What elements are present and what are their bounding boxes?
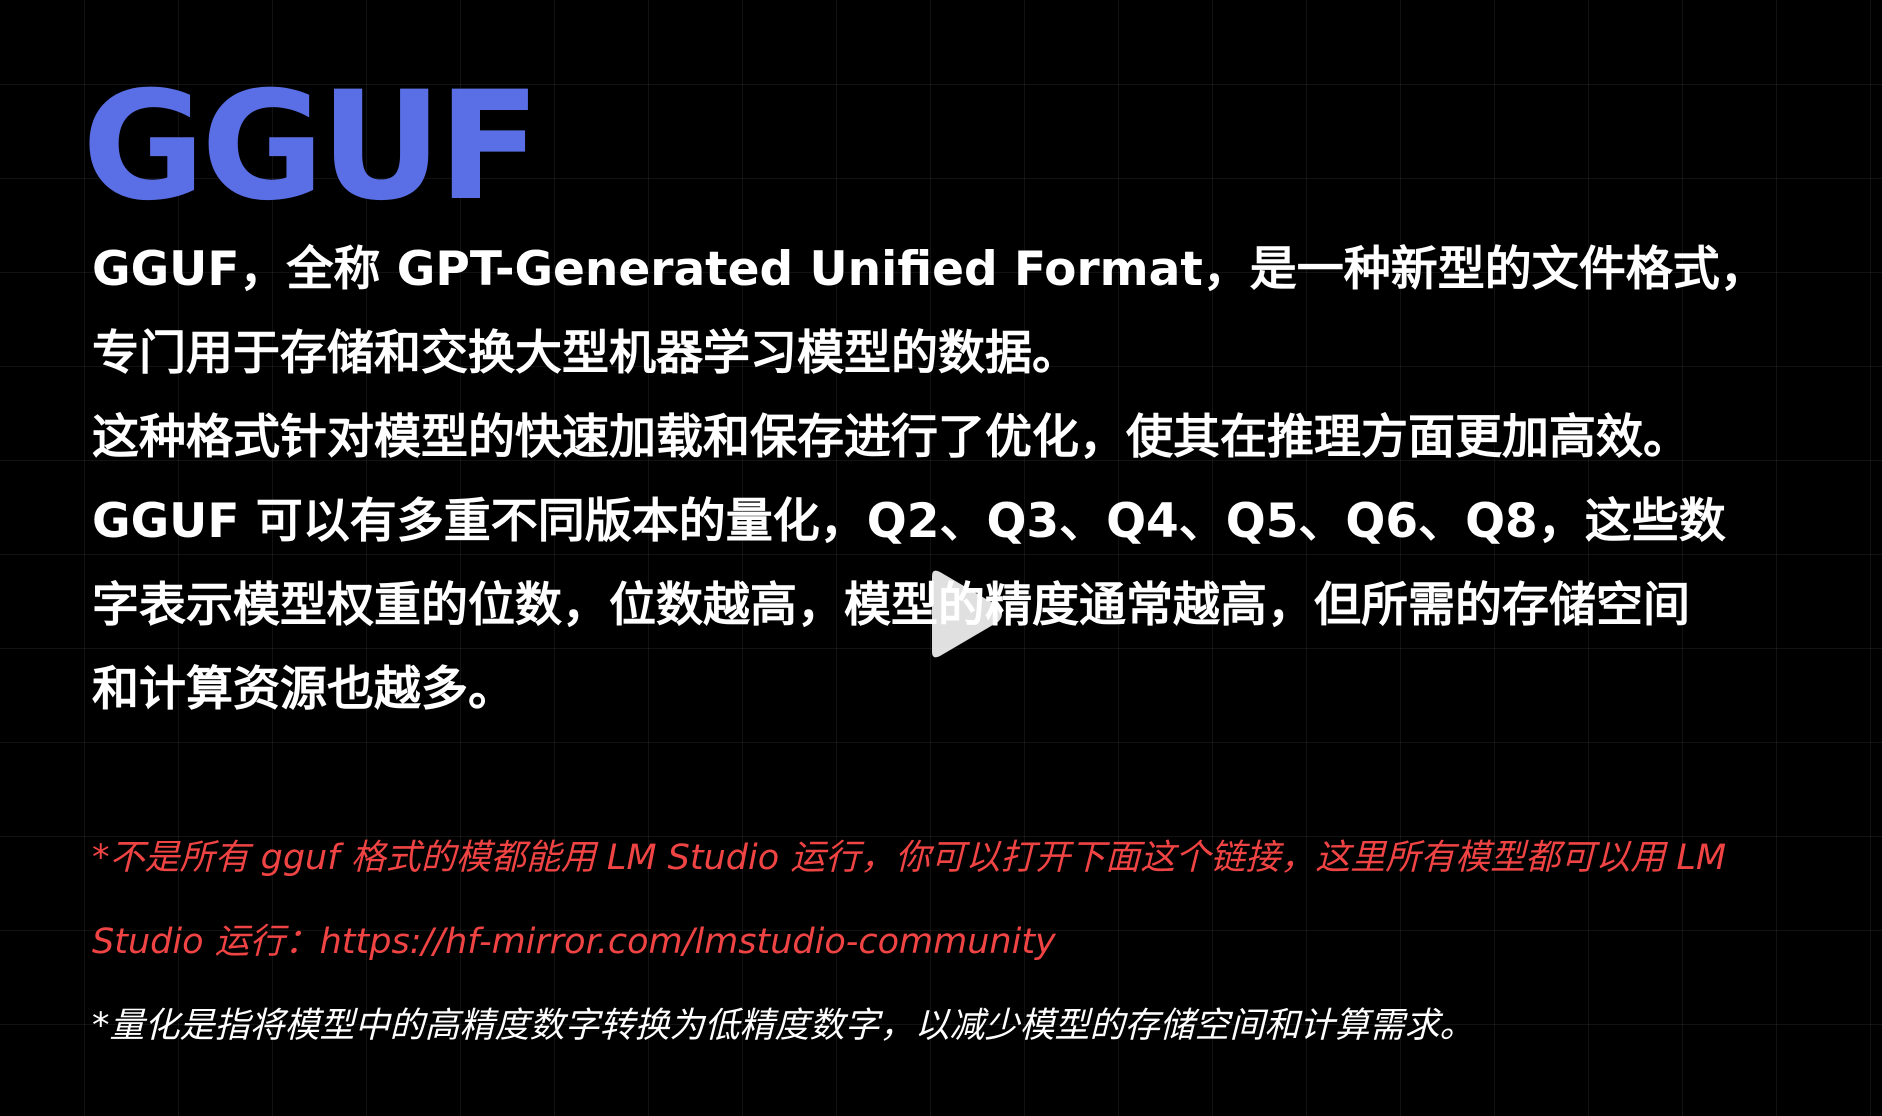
lmstudio-community-link[interactable]: https://hf-mirror.com/lmstudio-community (320, 922, 1056, 962)
description-line: 专门用于存储和交换大型机器学习模型的数据。 (92, 326, 1079, 381)
play-icon (932, 570, 1002, 658)
slide-background: GGUF GGUF，全称 GPT-Generated Unified Forma… (0, 0, 1882, 1116)
description-line: GGUF，全称 GPT-Generated Unified Format，是一种… (92, 242, 1767, 297)
play-button[interactable] (918, 566, 1008, 662)
description-line: GGUF 可以有多重不同版本的量化，Q2、Q3、Q4、Q5、Q6、Q8，这些数 (92, 494, 1726, 549)
description-line: 这种格式针对模型的快速加载和保存进行了优化，使其在推理方面更加高效。 (92, 410, 1690, 465)
quantization-note: *量化是指将模型中的高精度数字转换为低精度数字，以减少模型的存储空间和计算需求。 (92, 1006, 1475, 1046)
compatibility-note: *不是所有 gguf 格式的模都能用 LM Studio 运行，你可以打开下面这… (92, 816, 1792, 984)
page-title: GGUF (82, 60, 541, 234)
